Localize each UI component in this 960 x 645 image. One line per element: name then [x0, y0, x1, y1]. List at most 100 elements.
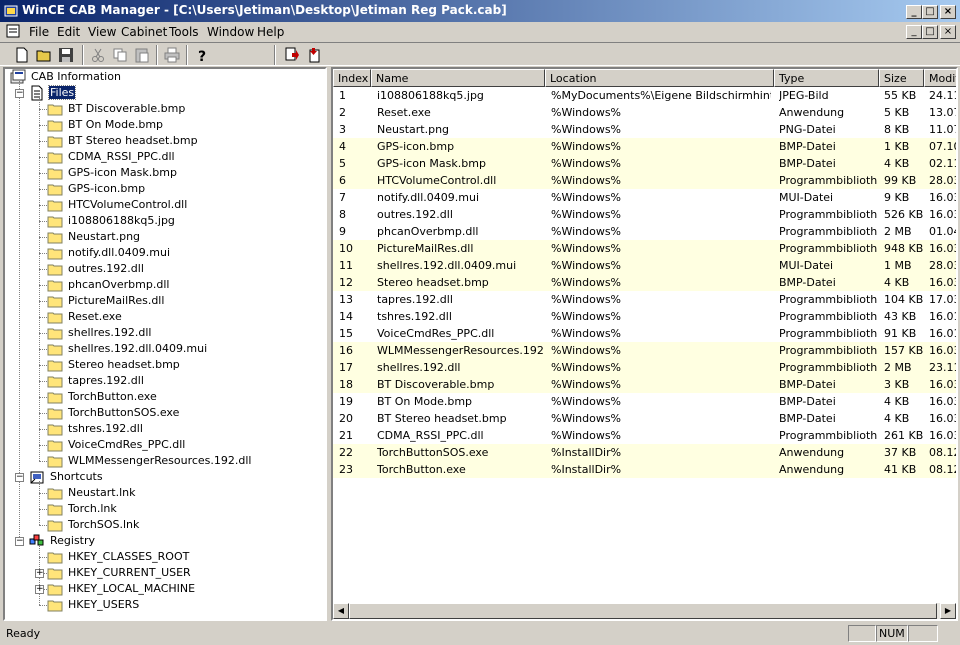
- cell-location: %Windows%: [551, 327, 622, 340]
- tree-label: shellres.192.dll: [68, 326, 152, 339]
- close-button[interactable]: ×: [940, 5, 956, 19]
- cell-location: %Windows%: [551, 412, 622, 425]
- column-header-name[interactable]: Name: [371, 69, 545, 87]
- paste-button[interactable]: [132, 45, 152, 65]
- mdi-restore-button[interactable]: □: [922, 25, 938, 39]
- tree-view[interactable]: CAB Information − Files BT Discoverable.bm…: [3, 67, 327, 621]
- title-bar[interactable]: WinCE CAB Manager - [C:\Users\Jetiman\De…: [0, 0, 960, 22]
- tree-label: BT Stereo headset.bmp: [68, 134, 198, 147]
- table-row[interactable]: 17 shellres.192.dll %Windows% Programmbibli…: [333, 359, 956, 376]
- print-button[interactable]: [162, 45, 182, 65]
- tree-label: WLMMessengerResources.192.dll: [68, 454, 252, 467]
- cell-type: BMP-Datei: [779, 157, 836, 170]
- table-row[interactable]: 6 HTCVolumeControl.dll %Windows% Programmbi…: [333, 172, 956, 189]
- menu-help[interactable]: Help: [257, 25, 284, 39]
- folder-icon: [47, 552, 63, 564]
- new-button[interactable]: [12, 45, 32, 65]
- expand-toggle[interactable]: +: [35, 585, 44, 594]
- tree-label: VoiceCmdRes_PPC.dll: [68, 438, 186, 451]
- folder-icon: [47, 120, 63, 132]
- table-row[interactable]: 1 i108806188kq5.jpg %MyDocuments%\Eigene B…: [333, 87, 956, 104]
- table-row[interactable]: 14 tshres.192.dll %Windows% Programmbibliot…: [333, 308, 956, 325]
- collapse-shortcuts-toggle[interactable]: −: [15, 473, 24, 482]
- scroll-left-button[interactable]: ◀: [333, 603, 349, 619]
- copy-button[interactable]: [110, 45, 130, 65]
- table-row[interactable]: 18 BT Discoverable.bmp %Windows% BMP-Datei 3…: [333, 376, 956, 393]
- table-row[interactable]: 4 GPS-icon.bmp %Windows% BMP-Datei 1 KB 07.10: [333, 138, 956, 155]
- cell-type: MUI-Datei: [779, 191, 834, 204]
- table-row[interactable]: 13 tapres.192.dll %Windows% Programmbibliot…: [333, 291, 956, 308]
- horizontal-scrollbar[interactable]: ◀ ▶: [333, 603, 956, 619]
- cell-modified: 16.03: [929, 191, 958, 204]
- toolbar-separator: [82, 45, 84, 65]
- cell-size: 41 KB: [884, 463, 917, 476]
- svg-text:?: ?: [198, 49, 206, 63]
- cell-size: 8 KB: [884, 123, 910, 136]
- file-list-view[interactable]: Index Name Location Type Size Modif 1 i10…: [331, 67, 958, 621]
- add-file-button[interactable]: [304, 45, 324, 65]
- cell-size: 9 KB: [884, 191, 910, 204]
- column-header-type[interactable]: Type: [774, 69, 879, 87]
- menu-file[interactable]: File: [29, 25, 49, 39]
- cell-location: %Windows%: [551, 344, 622, 357]
- table-row[interactable]: 10 PictureMailRes.dll %Windows% Programmbib…: [333, 240, 956, 257]
- column-header-index[interactable]: Index: [333, 69, 371, 87]
- table-row[interactable]: 9 phcanOverbmp.dll %Windows% Programmbiblio…: [333, 223, 956, 240]
- menu-view[interactable]: View: [88, 25, 116, 39]
- column-header-size[interactable]: Size: [879, 69, 924, 87]
- document-system-icon[interactable]: [6, 24, 20, 38]
- cell-type: BMP-Datei: [779, 140, 836, 153]
- collapse-files-toggle[interactable]: −: [15, 89, 24, 98]
- table-row[interactable]: 22 TorchButtonSOS.exe %InstallDir% Anwendun…: [333, 444, 956, 461]
- mdi-minimize-button[interactable]: _: [906, 25, 922, 39]
- table-row[interactable]: 3 Neustart.png %Windows% PNG-Datei 8 KB 11.07: [333, 121, 956, 138]
- cell-name: phcanOverbmp.dll: [377, 225, 479, 238]
- status-panel-scroll: [908, 625, 938, 642]
- cell-location: %Windows%: [551, 225, 622, 238]
- table-row[interactable]: 20 BT Stereo headset.bmp %Windows% BMP-Date…: [333, 410, 956, 427]
- mdi-close-button[interactable]: ×: [940, 25, 956, 39]
- toolbar-separator: [274, 45, 276, 65]
- menu-tools[interactable]: Tools: [169, 25, 199, 39]
- table-row[interactable]: 19 BT On Mode.bmp %Windows% BMP-Datei 4 KB 16…: [333, 393, 956, 410]
- cell-index: 23: [339, 463, 353, 476]
- minimize-button[interactable]: _: [906, 5, 922, 19]
- cell-modified: 16.03: [929, 344, 958, 357]
- table-row[interactable]: 21 CDMA_RSSI_PPC.dll %Windows% Programmbibl…: [333, 427, 956, 444]
- menu-cabinet[interactable]: Cabinet: [121, 25, 167, 39]
- cell-index: 7: [339, 191, 346, 204]
- table-row[interactable]: 23 TorchButton.exe %InstallDir% Anwendung 41…: [333, 461, 956, 478]
- maximize-button[interactable]: □: [922, 5, 938, 19]
- table-row[interactable]: 11 shellres.192.dll.0409.mui %Windows% MUI-…: [333, 257, 956, 274]
- expand-toggle[interactable]: +: [35, 569, 44, 578]
- table-row[interactable]: 15 VoiceCmdRes_PPC.dll %Windows% Programmbi…: [333, 325, 956, 342]
- paste-clipboard-icon: [135, 48, 149, 63]
- cell-type: Programmbibliothek: [779, 327, 877, 340]
- menu-edit[interactable]: Edit: [57, 25, 80, 39]
- scroll-thumb[interactable]: [349, 603, 937, 619]
- table-row[interactable]: 5 GPS-icon Mask.bmp %Windows% BMP-Datei 4 KB…: [333, 155, 956, 172]
- cell-name: shellres.192.dll: [377, 361, 461, 374]
- folder-icon: [47, 312, 63, 324]
- tree-label: HTCVolumeControl.dll: [68, 198, 188, 211]
- save-button[interactable]: [56, 45, 76, 65]
- table-row[interactable]: 8 outres.192.dll %Windows% Programmbiblioth…: [333, 206, 956, 223]
- help-button[interactable]: ?: [192, 45, 212, 65]
- table-row[interactable]: 16 WLMMessengerResources.192.dll %Windows%…: [333, 342, 958, 359]
- column-header-modified[interactable]: Modif: [924, 69, 956, 87]
- table-row[interactable]: 12 Stereo headset.bmp %Windows% BMP-Datei 4 …: [333, 274, 956, 291]
- tree-label: Torch.lnk: [68, 502, 117, 515]
- scroll-right-button[interactable]: ▶: [940, 603, 956, 619]
- folder-icon: [47, 504, 63, 516]
- table-row[interactable]: 7 notify.dll.0409.mui %Windows% MUI-Datei 9 …: [333, 189, 958, 206]
- menu-window[interactable]: Window: [207, 25, 254, 39]
- open-button[interactable]: [34, 45, 54, 65]
- extract-button[interactable]: [282, 45, 302, 65]
- cell-name: Reset.exe: [377, 106, 431, 119]
- cut-button[interactable]: [88, 45, 108, 65]
- cell-name: shellres.192.dll.0409.mui: [377, 259, 517, 272]
- collapse-registry-toggle[interactable]: −: [15, 537, 24, 546]
- folder-icon: [47, 168, 63, 180]
- table-row[interactable]: 2 Reset.exe %Windows% Anwendung 5 KB 13.07: [333, 104, 956, 121]
- column-header-location[interactable]: Location: [545, 69, 774, 87]
